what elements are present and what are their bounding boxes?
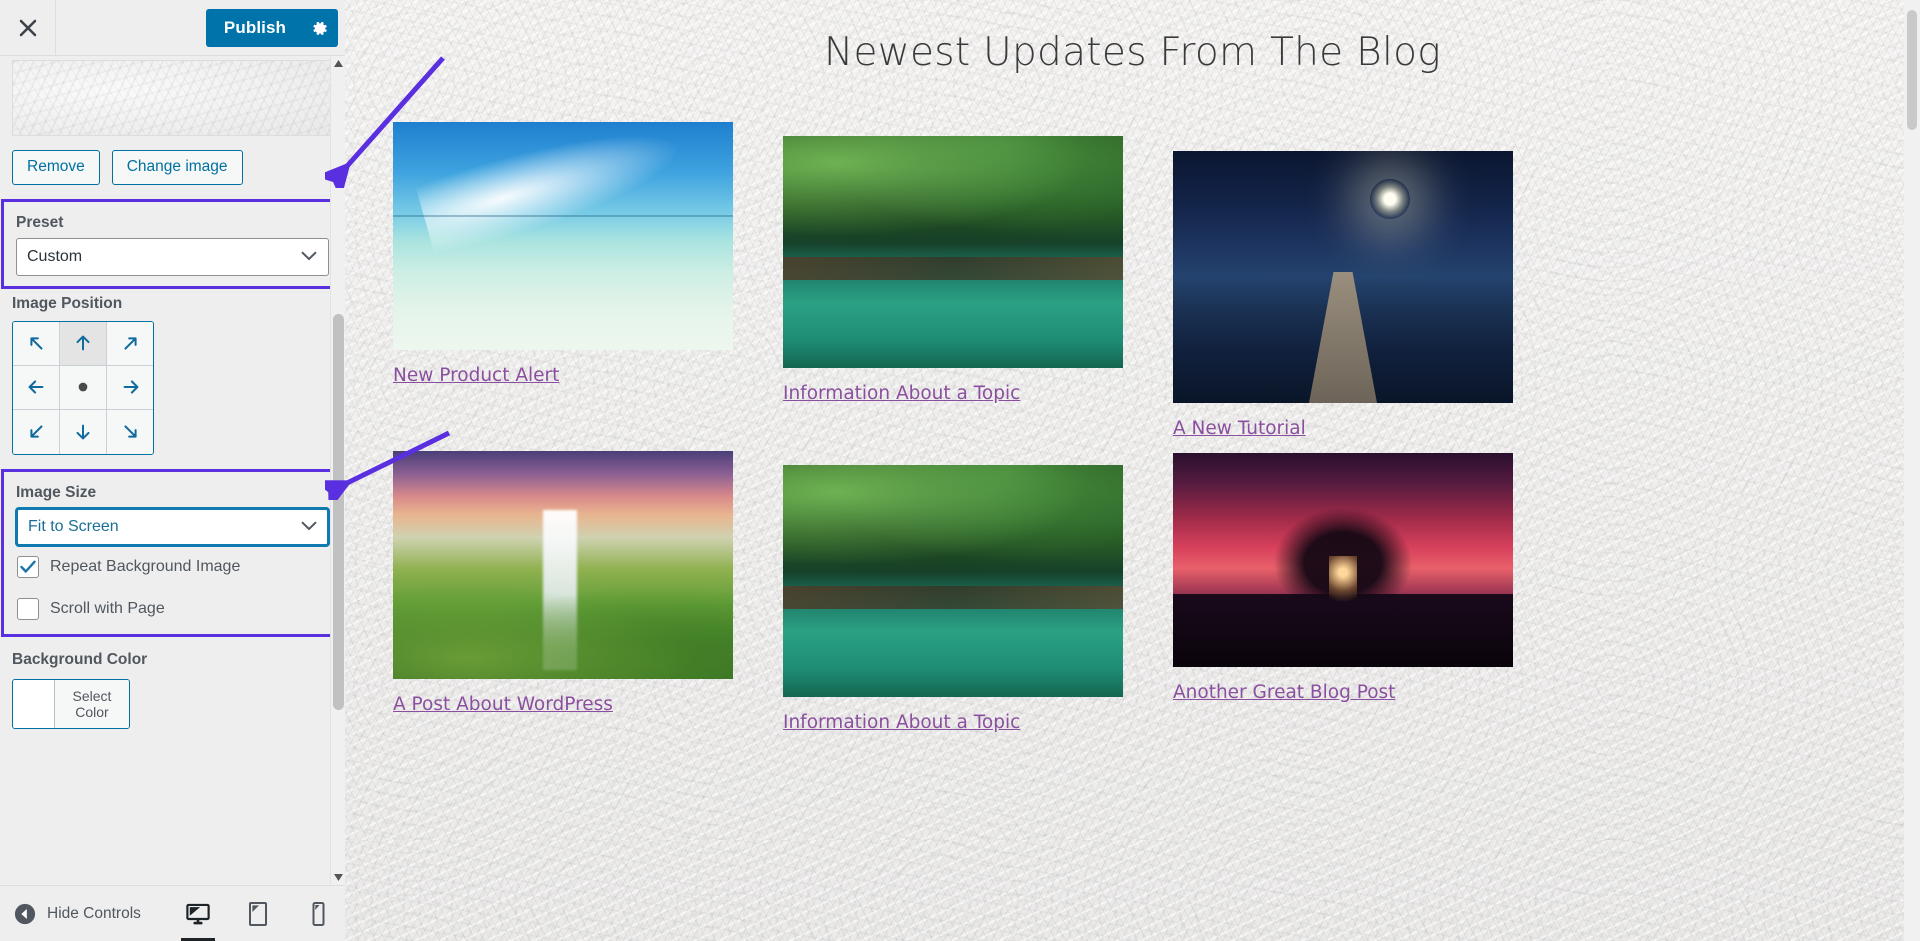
desktop-icon bbox=[186, 903, 210, 924]
post-card: A Post About WordPress bbox=[393, 451, 733, 733]
customizer-header: Publish bbox=[0, 0, 345, 56]
color-swatch bbox=[13, 679, 55, 728]
caret-down-icon bbox=[334, 874, 343, 881]
post-link[interactable]: A New Tutorial bbox=[1173, 418, 1306, 439]
post-link[interactable]: New Product Alert bbox=[393, 365, 559, 386]
post-link[interactable]: Information About a Topic bbox=[783, 383, 1020, 404]
arrow-down-right-icon bbox=[123, 425, 137, 438]
preview-scrollbar[interactable] bbox=[1904, 0, 1920, 941]
post-thumbnail-waterfall[interactable] bbox=[393, 451, 733, 679]
customizer-panel: Publish Remove Change image Preset Custo… bbox=[0, 0, 345, 941]
arrow-down-icon bbox=[76, 424, 90, 440]
repeat-background-checkbox[interactable] bbox=[17, 555, 39, 578]
customizer-scrollbar[interactable] bbox=[330, 56, 345, 885]
close-customizer-button[interactable] bbox=[0, 0, 56, 55]
image-size-label: Image Size bbox=[16, 483, 97, 501]
publish-control[interactable]: Publish bbox=[205, 9, 338, 47]
repeat-background-label: Repeat Background Image bbox=[50, 557, 241, 575]
publish-settings-button[interactable] bbox=[300, 9, 338, 47]
dot-icon bbox=[78, 382, 88, 392]
image-position-label: Image Position bbox=[12, 294, 123, 312]
site-preview: Newest Updates From The Blog New Product… bbox=[345, 0, 1920, 941]
image-size-select-wrapper: Fit to Screen bbox=[16, 507, 329, 546]
post-thumbnail-sunset-tree[interactable] bbox=[1173, 453, 1513, 667]
position-top-left[interactable] bbox=[13, 321, 60, 366]
scrollbar-thumb[interactable] bbox=[333, 314, 344, 710]
customizer-footer: Hide Controls bbox=[0, 885, 345, 941]
gear-icon bbox=[312, 21, 327, 35]
device-mobile-button[interactable] bbox=[299, 887, 337, 941]
image-action-buttons: Remove Change image bbox=[0, 136, 345, 195]
post-row: A Post About WordPress Information About… bbox=[393, 451, 1860, 733]
arrow-down-left-icon bbox=[30, 425, 43, 438]
scroll-with-page-label: Scroll with Page bbox=[50, 599, 165, 617]
position-center-right[interactable] bbox=[107, 365, 153, 410]
scroll-down-button[interactable] bbox=[331, 870, 345, 885]
background-image-thumbnail bbox=[12, 60, 333, 136]
preset-select[interactable]: Custom bbox=[16, 237, 329, 276]
background-color-picker[interactable]: Select Color bbox=[12, 678, 130, 729]
post-link[interactable]: Information About a Topic bbox=[783, 712, 1020, 733]
remove-image-button[interactable]: Remove bbox=[12, 150, 100, 185]
position-center-center[interactable] bbox=[60, 365, 107, 410]
change-image-button[interactable]: Change image bbox=[111, 150, 243, 185]
preset-label: Preset bbox=[16, 213, 64, 231]
publish-button[interactable]: Publish bbox=[206, 9, 300, 47]
repeat-background-row[interactable]: Repeat Background Image bbox=[4, 546, 341, 578]
preset-highlight: Preset Custom bbox=[1, 198, 344, 289]
post-card: Information About a Topic bbox=[783, 136, 1123, 439]
position-top-right[interactable] bbox=[107, 321, 153, 366]
tablet-icon bbox=[249, 901, 267, 926]
post-card: Another Great Blog Post bbox=[1173, 453, 1513, 733]
image-size-select[interactable]: Fit to Screen bbox=[16, 507, 329, 546]
background-image-section: Remove Change image Preset Custom Image … bbox=[0, 60, 345, 729]
position-bottom-right[interactable] bbox=[107, 409, 153, 454]
scroll-with-page-row[interactable]: Scroll with Page bbox=[4, 578, 341, 620]
arrow-up-right-icon bbox=[123, 337, 137, 350]
image-size-highlight: Image Size Fit to Screen Repeat Backgrou… bbox=[1, 468, 344, 637]
position-bottom-left[interactable] bbox=[13, 409, 60, 454]
post-link[interactable]: A Post About WordPress bbox=[393, 694, 613, 715]
tree-silhouette bbox=[1275, 508, 1411, 599]
post-thumbnail-moonlit-pier[interactable] bbox=[1173, 151, 1513, 403]
page-title: Newest Updates From The Blog bbox=[823, 30, 1441, 75]
hide-controls-button[interactable]: Hide Controls bbox=[0, 903, 141, 925]
device-tablet-button[interactable] bbox=[239, 887, 277, 941]
arrow-left-icon bbox=[28, 380, 44, 394]
check-icon bbox=[20, 560, 36, 573]
scroll-up-button[interactable] bbox=[331, 56, 345, 71]
mobile-icon bbox=[312, 901, 324, 926]
scroll-with-page-checkbox[interactable] bbox=[17, 597, 39, 620]
post-card: Information About a Topic bbox=[783, 465, 1123, 733]
select-color-button[interactable]: Select Color bbox=[55, 679, 129, 728]
post-card: A New Tutorial bbox=[1173, 151, 1513, 439]
customizer-screen: Publish Remove Change image Preset Custo… bbox=[0, 0, 1920, 941]
position-center-left[interactable] bbox=[13, 365, 60, 410]
hide-controls-label: Hide Controls bbox=[47, 904, 141, 922]
preset-select-wrapper: Custom bbox=[16, 237, 329, 276]
customizer-body: Remove Change image Preset Custom Image … bbox=[0, 56, 345, 941]
caret-up-icon bbox=[334, 60, 343, 67]
collapse-left-icon bbox=[14, 903, 36, 924]
position-bottom-center[interactable] bbox=[60, 409, 107, 454]
post-thumbnail-green-river[interactable] bbox=[783, 465, 1123, 697]
arrow-right-icon bbox=[123, 380, 138, 394]
arrow-up-icon bbox=[76, 335, 90, 351]
image-position-grid bbox=[12, 320, 154, 455]
arrow-up-left-icon bbox=[30, 337, 43, 350]
device-preview-buttons bbox=[179, 887, 337, 941]
close-icon bbox=[19, 19, 36, 36]
background-color-label: Background Color bbox=[12, 650, 148, 668]
post-thumbnail-tropical-beach[interactable] bbox=[393, 122, 733, 350]
post-card: New Product Alert bbox=[393, 122, 733, 439]
post-thumbnail-green-river[interactable] bbox=[783, 136, 1123, 368]
device-desktop-button[interactable] bbox=[179, 887, 217, 941]
post-grid: New Product Alert Information About a To… bbox=[393, 122, 1860, 740]
position-top-center[interactable] bbox=[60, 321, 107, 366]
post-row: New Product Alert Information About a To… bbox=[393, 122, 1860, 439]
post-link[interactable]: Another Great Blog Post bbox=[1173, 682, 1395, 703]
preview-scrollbar-thumb[interactable] bbox=[1907, 10, 1917, 130]
